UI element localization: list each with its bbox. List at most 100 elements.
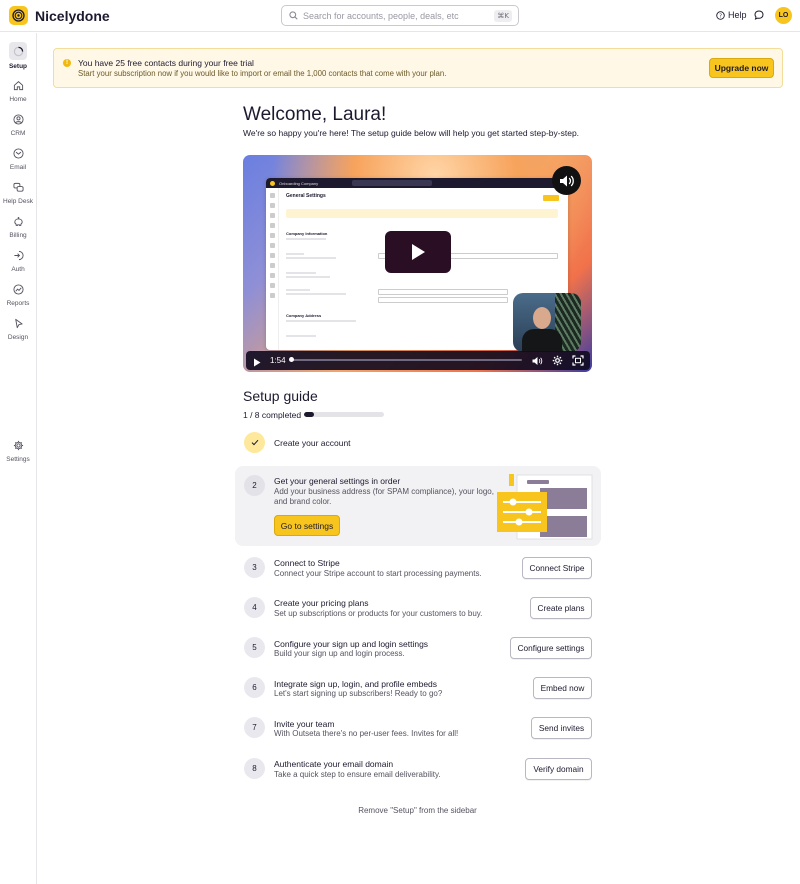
step-7-number: 7 — [244, 717, 265, 738]
sidebar-item-help-desk[interactable]: Help Desk — [0, 179, 36, 205]
brand-name: Nicelydone — [35, 8, 110, 24]
setup-guide-title: Setup guide — [243, 388, 318, 404]
video-seek-bar[interactable] — [290, 359, 522, 361]
step-6-desc: Let's start signing up subscribers! Read… — [274, 689, 443, 698]
step-complete-check-icon — [244, 432, 265, 453]
step-7-desc: With Outseta there's no per-user fees. I… — [274, 729, 459, 738]
step-2-title: Get your general settings in order — [274, 476, 401, 486]
mock-page-title: General Settings — [286, 193, 326, 199]
presenter-webcam — [513, 293, 581, 352]
step-5-title: Configure your sign up and login setting… — [274, 639, 429, 649]
gear-icon[interactable] — [552, 355, 563, 369]
user-avatar[interactable]: LO — [775, 7, 792, 24]
step-8-desc: Take a quick step to ensure email delive… — [274, 770, 441, 779]
speaker-icon — [559, 174, 575, 188]
step-3-number: 3 — [244, 557, 265, 578]
home-icon — [10, 77, 26, 93]
sidebar-item-design[interactable]: Design — [0, 315, 36, 341]
step-4-number: 4 — [244, 597, 265, 618]
video-seek-handle[interactable] — [289, 357, 294, 362]
configure-settings-button[interactable]: Configure settings — [510, 637, 592, 659]
brand-logo-icon[interactable] — [9, 6, 28, 25]
video-controls: 1:54 — [246, 351, 590, 370]
embed-now-button[interactable]: Embed now — [533, 677, 592, 699]
help-button[interactable]: ? Help — [716, 10, 747, 20]
sidebar-item-label: Billing — [9, 232, 27, 239]
mock-section-address: Company Address — [286, 313, 322, 318]
chat-bubbles-icon — [10, 179, 26, 195]
step-2-number: 2 — [244, 475, 265, 496]
step-4-desc: Set up subscriptions or products for you… — [274, 609, 483, 618]
verify-domain-button[interactable]: Verify domain — [525, 758, 592, 780]
step-8-number: 8 — [244, 758, 265, 779]
chat-bubble-icon[interactable] — [754, 10, 764, 20]
info-icon: ! — [63, 59, 71, 67]
banner-title: You have 25 free contacts during your fr… — [78, 58, 254, 68]
sidebar-item-label: Email — [9, 164, 27, 171]
sidebar-item-settings[interactable]: Settings — [0, 437, 36, 463]
play-icon[interactable] — [253, 356, 261, 370]
setup-progress-text: 1 / 8 completed — [243, 410, 302, 420]
sidebar-item-label: Reports — [6, 300, 30, 307]
sign-in-icon — [10, 247, 26, 263]
search-shortcut: ⌘K — [494, 9, 512, 22]
cursor-icon — [10, 315, 26, 331]
send-invites-button[interactable]: Send invites — [531, 717, 592, 739]
sidebar-item-label: CRM — [10, 130, 26, 137]
sidebar-item-label: Design — [7, 334, 29, 341]
sidebar-item-auth[interactable]: Auth — [0, 247, 36, 273]
sidebar-item-label: Home — [9, 96, 27, 103]
step-5-desc: Build your sign up and login process. — [274, 649, 405, 658]
sidebar-item-reports[interactable]: Reports — [0, 281, 36, 307]
create-plans-button[interactable]: Create plans — [530, 597, 592, 619]
mock-app-name: Onboarding Company — [279, 180, 319, 186]
mock-section-info: Company Information — [286, 231, 328, 236]
step-6-number: 6 — [244, 677, 265, 698]
trial-banner: ! You have 25 free contacts during your … — [53, 48, 783, 88]
page-subtitle: We're so happy you're here! The setup gu… — [243, 128, 580, 138]
global-search[interactable]: ⌘K — [281, 5, 519, 26]
sidebar-item-crm[interactable]: CRM — [0, 111, 36, 137]
sidebar-item-label: Auth — [11, 266, 25, 273]
fullscreen-icon[interactable] — [572, 355, 584, 369]
step-2-desc-line1: Add your business address (for SPAM comp… — [274, 487, 494, 496]
upgrade-now-button[interactable]: Upgrade now — [709, 58, 774, 78]
video-time: 1:54 — [270, 356, 286, 365]
sidebar-item-home[interactable]: Home — [0, 77, 36, 103]
sidebar-item-email[interactable]: Email — [0, 145, 36, 171]
banner-subtitle: Start your subscription now if you would… — [78, 69, 447, 78]
sidebar-item-setup[interactable]: Setup — [0, 42, 36, 70]
sidebar-item-label: Help Desk — [3, 198, 33, 205]
question-circle-icon: ? — [716, 10, 725, 20]
help-label: Help — [728, 10, 747, 20]
sidebar-item-label: Settings — [6, 456, 30, 463]
top-bar: Nicelydone ⌘K ? Help LO — [0, 0, 800, 32]
step-3-desc: Connect your Stripe account to start pro… — [274, 569, 482, 578]
play-icon — [410, 243, 426, 261]
volume-icon[interactable] — [532, 355, 543, 369]
connect-stripe-button[interactable]: Connect Stripe — [522, 557, 592, 579]
svg-text:?: ? — [719, 13, 722, 19]
step-1-title: Create your account — [274, 438, 351, 448]
search-input[interactable] — [303, 10, 495, 21]
go-to-settings-button[interactable]: Go to settings — [274, 515, 340, 536]
step-3-title: Connect to Stripe — [274, 558, 340, 568]
step-8-title: Authenticate your email domain — [274, 759, 394, 769]
spinner-icon — [9, 42, 27, 60]
sidebar-item-label: Setup — [8, 63, 28, 70]
step-5-number: 5 — [244, 637, 265, 658]
person-circle-icon — [10, 111, 26, 127]
settings-illustration — [497, 474, 593, 540]
remove-setup-link[interactable]: Remove "Setup" from the sidebar — [243, 806, 592, 815]
volume-toggle-button[interactable] — [552, 166, 581, 195]
step-7-title: Invite your team — [274, 719, 335, 729]
search-icon — [289, 11, 298, 20]
step-6-title: Integrate sign up, login, and profile em… — [274, 679, 438, 689]
envelope-icon — [10, 145, 26, 161]
video-play-button[interactable] — [385, 231, 451, 273]
sidebar-item-billing[interactable]: Billing — [0, 213, 36, 239]
sidebar: Setup Home CRM Email Help Desk Billing A… — [0, 33, 37, 884]
page-title: Welcome, Laura! — [243, 104, 387, 125]
chart-circle-icon — [10, 281, 26, 297]
step-2-desc-line2: and brand color. — [274, 497, 332, 506]
